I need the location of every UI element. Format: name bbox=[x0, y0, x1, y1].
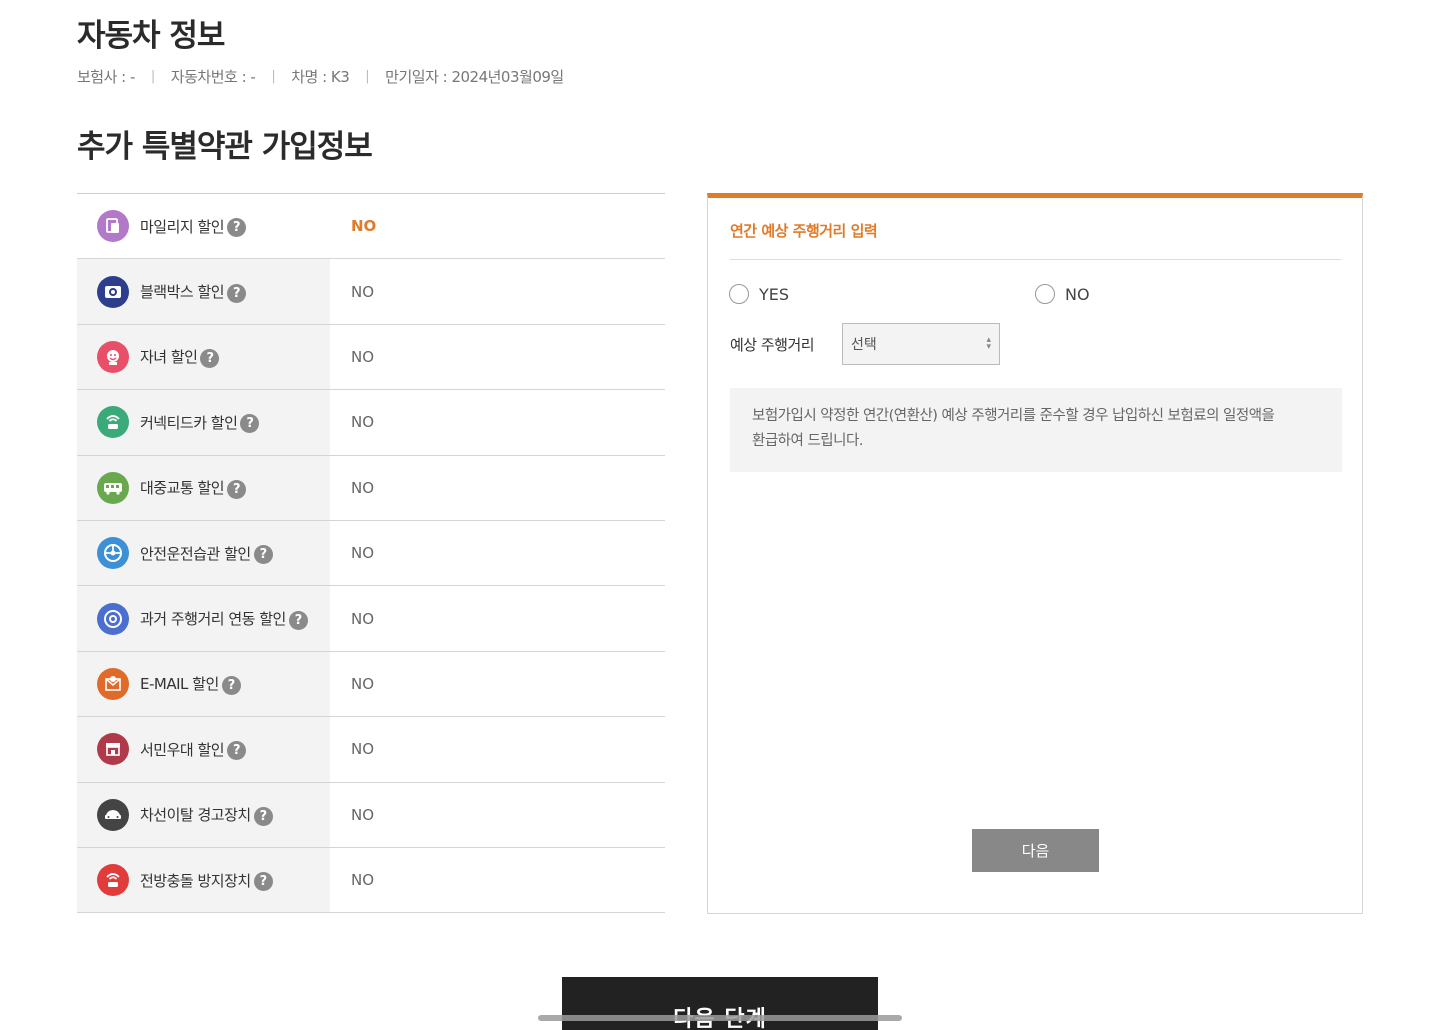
discount-name-cell: 대중교통 할인? bbox=[77, 455, 330, 520]
help-icon[interactable]: ? bbox=[227, 218, 247, 238]
discount-name-cell: 블랙박스 할인? bbox=[77, 259, 330, 324]
discount-label: 전방충돌 방지장치 bbox=[140, 871, 251, 890]
discount-value: NO bbox=[351, 805, 375, 824]
discount-name-cell: 전방충돌 방지장치? bbox=[77, 847, 330, 913]
discount-row: 전방충돌 방지장치? NO bbox=[77, 847, 665, 914]
discount-name-cell: 서민우대 할인? bbox=[77, 717, 330, 782]
home-indicator bbox=[538, 1015, 902, 1021]
discount-name-cell: 자녀 할인? bbox=[77, 324, 330, 390]
meta-separator: | bbox=[271, 69, 276, 84]
discount-row: E-MAIL 할인? NO bbox=[77, 651, 665, 718]
next-step-button[interactable]: 다음 단계 bbox=[562, 977, 878, 1030]
discount-name-cell: 커넥티드카 할인? bbox=[77, 390, 330, 455]
discount-label: 안전운전습관 할인 bbox=[140, 544, 251, 563]
discount-name-cell: 마일리지 할인? bbox=[77, 194, 330, 259]
discount-label: 커넥티드카 할인 bbox=[140, 413, 238, 432]
help-icon[interactable]: ? bbox=[200, 348, 220, 368]
discount-label: 블랙박스 할인 bbox=[140, 283, 225, 302]
help-icon[interactable]: ? bbox=[227, 741, 247, 761]
discount-row: 차선이탈 경고장치? NO bbox=[77, 782, 665, 848]
expiry-date-text: 만기일자 : 2024년03월09일 bbox=[385, 68, 564, 86]
email-icon bbox=[97, 667, 129, 700]
discount-value: NO bbox=[351, 347, 375, 366]
help-icon[interactable]: ? bbox=[253, 872, 273, 892]
discount-row: 서민우대 할인? NO bbox=[77, 717, 665, 783]
info-box: 보험가입시 약정한 연간(연환산) 예상 주행거리를 준수할 경우 납입하신 보… bbox=[730, 388, 1342, 472]
discount-value: NO bbox=[351, 609, 375, 628]
discount-value: NO bbox=[351, 871, 375, 890]
meta-separator: | bbox=[365, 69, 370, 84]
blackbox-icon bbox=[97, 275, 129, 308]
info-text-line2: 환급하여 드립니다. bbox=[752, 433, 863, 449]
discount-label: E-MAIL 할인 bbox=[140, 675, 219, 694]
discount-name-cell: E-MAIL 할인? bbox=[77, 651, 330, 717]
help-icon[interactable]: ? bbox=[253, 806, 273, 826]
discount-row: 블랙박스 할인? NO bbox=[77, 259, 665, 325]
store-icon bbox=[97, 733, 129, 766]
help-icon[interactable]: ? bbox=[227, 283, 247, 303]
discount-row: 커넥티드카 할인? NO bbox=[77, 390, 665, 456]
discount-row: 대중교통 할인? NO bbox=[77, 455, 665, 521]
help-icon[interactable]: ? bbox=[240, 414, 260, 434]
discount-label: 서민우대 할인 bbox=[140, 740, 225, 759]
discount-name-cell: 안전운전습관 할인? bbox=[77, 520, 330, 586]
car-info-meta: 보험사 : - | 자동차번호 : - | 차명 : K3 | 만기일자 : 2… bbox=[77, 66, 564, 87]
lane-departure-icon bbox=[97, 798, 129, 831]
safe-driving-icon bbox=[97, 537, 129, 570]
discount-row: 안전운전습관 할인? NO bbox=[77, 520, 665, 587]
discount-value: NO bbox=[351, 674, 375, 693]
select-arrows-icon: ▴ ▾ bbox=[986, 335, 991, 352]
odometer-icon bbox=[97, 602, 129, 635]
distance-select[interactable]: 선택 ▴ ▾ bbox=[842, 323, 1000, 365]
discount-value: NO bbox=[351, 282, 375, 301]
discount-value: NO bbox=[351, 740, 375, 759]
collision-icon bbox=[97, 864, 129, 897]
discount-label: 자녀 할인 bbox=[140, 348, 198, 367]
help-icon[interactable]: ? bbox=[288, 610, 308, 630]
radio-no-circle[interactable] bbox=[1035, 284, 1055, 304]
car-number-text: 자동차번호 : - bbox=[170, 68, 256, 86]
discount-name-cell: 차선이탈 경고장치? bbox=[77, 782, 330, 847]
discount-row: 마일리지 할인? NO bbox=[77, 194, 665, 260]
discount-table: 마일리지 할인? NO 블랙박스 할인? NO 자녀 할인? NO 커넥티드카 할인? NO 대… bbox=[77, 193, 665, 914]
radio-no-label: NO bbox=[1065, 284, 1090, 304]
info-text-line1: 보험가입시 약정한 연간(연환산) 예상 주행거리를 준수할 경우 납입하신 보… bbox=[752, 408, 1275, 424]
insurer-text: 보험사 : - bbox=[77, 68, 135, 86]
mileage-input-panel: 연간 예상 주행거리 입력 YES NO 예상 주행거리 선택 ▴ ▾ 보험가입시… bbox=[707, 193, 1363, 914]
discount-row: 과거 주행거리 연동 할인? NO bbox=[77, 586, 665, 652]
panel-next-button[interactable]: 다음 bbox=[972, 829, 1099, 872]
bus-icon bbox=[97, 471, 129, 504]
distance-select-value: 선택 bbox=[851, 337, 877, 353]
special-terms-title: 추가 특별약관 가입정보 bbox=[77, 129, 373, 165]
radio-no[interactable]: NO bbox=[1035, 284, 1090, 304]
radio-yes-circle[interactable] bbox=[729, 284, 749, 304]
radio-yes[interactable]: YES bbox=[729, 284, 789, 304]
mileage-icon bbox=[97, 210, 129, 243]
discount-label: 과거 주행거리 연동 할인 bbox=[140, 610, 286, 629]
discount-value: NO bbox=[351, 217, 377, 236]
panel-title: 연간 예상 주행거리 입력 bbox=[730, 222, 878, 240]
help-icon[interactable]: ? bbox=[253, 545, 273, 565]
car-info-title: 자동차 정보 bbox=[77, 18, 225, 54]
discount-value: NO bbox=[351, 413, 375, 432]
help-icon[interactable]: ? bbox=[221, 675, 241, 695]
discount-label: 대중교통 할인 bbox=[140, 479, 225, 498]
discount-name-cell: 과거 주행거리 연동 할인? bbox=[77, 586, 330, 651]
discount-label: 마일리지 할인 bbox=[140, 217, 225, 236]
meta-separator: | bbox=[150, 69, 155, 84]
radio-yes-label: YES bbox=[759, 284, 790, 304]
distance-label: 예상 주행거리 bbox=[730, 336, 815, 354]
help-icon[interactable]: ? bbox=[227, 479, 247, 499]
connected-car-icon bbox=[97, 406, 129, 439]
discount-label: 차선이탈 경고장치 bbox=[140, 806, 251, 825]
discount-row: 자녀 할인? NO bbox=[77, 324, 665, 391]
child-icon bbox=[97, 340, 129, 373]
discount-value: NO bbox=[351, 478, 375, 497]
panel-divider bbox=[730, 259, 1341, 260]
discount-value: NO bbox=[351, 544, 375, 563]
car-name-text: 차명 : K3 bbox=[291, 68, 350, 86]
